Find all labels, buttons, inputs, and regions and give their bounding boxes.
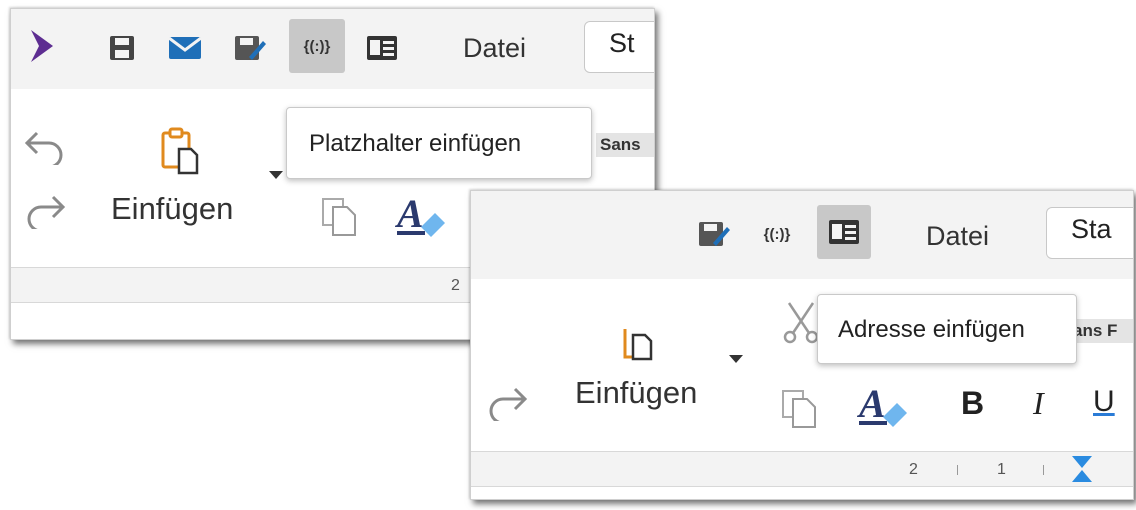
- paste-label[interactable]: Einfügen: [111, 191, 233, 227]
- address-card-icon[interactable]: [361, 29, 403, 67]
- style-select[interactable]: Sta: [1046, 207, 1133, 259]
- clear-formatting-icon[interactable]: A: [394, 191, 447, 239]
- font-name-box[interactable]: ans F: [1069, 319, 1133, 343]
- copy-icon[interactable]: [781, 387, 819, 429]
- svg-text:A: A: [857, 383, 886, 426]
- ruler-tick: [957, 465, 958, 475]
- app-logo-icon[interactable]: [27, 29, 57, 63]
- ruler-tick: [1043, 465, 1044, 475]
- underline-button[interactable]: U: [1093, 385, 1115, 419]
- save-edit-icon[interactable]: [229, 29, 271, 67]
- tooltip-text: Platzhalter einfügen: [309, 130, 522, 157]
- paste-dropdown-icon[interactable]: [269, 171, 283, 179]
- placeholder-icon: {(:)}: [763, 225, 791, 243]
- address-card-icon[interactable]: [817, 205, 871, 259]
- tooltip: Platzhalter einfügen: [286, 107, 592, 179]
- style-select-value: St: [609, 28, 635, 58]
- ruler-label: 2: [909, 461, 918, 478]
- mail-icon[interactable]: [163, 29, 207, 67]
- font-name-box[interactable]: Sans: [596, 133, 654, 157]
- style-select-value: Sta: [1071, 214, 1112, 244]
- style-select[interactable]: St: [584, 21, 654, 73]
- clear-formatting-icon[interactable]: A: [856, 381, 909, 429]
- paste-dropdown-icon[interactable]: [729, 355, 743, 363]
- ruler-label: 2: [451, 277, 460, 294]
- ruler[interactable]: [471, 451, 1133, 487]
- menu-file[interactable]: Datei: [463, 33, 526, 64]
- placeholder-button[interactable]: {(:)}: [755, 215, 799, 253]
- undo-icon[interactable]: [23, 125, 67, 169]
- placeholder-icon: {(:)}: [303, 37, 331, 55]
- paste-icon[interactable]: [159, 127, 203, 175]
- paste-label[interactable]: Einfügen: [575, 375, 697, 411]
- placeholder-button[interactable]: {(:)}: [289, 19, 345, 73]
- save-edit-icon[interactable]: [693, 215, 735, 253]
- copy-icon[interactable]: [321, 195, 359, 237]
- tooltip: Adresse einfügen: [817, 294, 1077, 364]
- indent-marker-icon[interactable]: [1071, 455, 1093, 483]
- quick-access-toolbar: [471, 191, 1133, 279]
- paste-icon[interactable]: [623, 327, 657, 361]
- cut-icon[interactable]: [781, 299, 821, 345]
- italic-button[interactable]: I: [1033, 385, 1044, 422]
- save-icon[interactable]: [103, 29, 141, 67]
- bold-button[interactable]: B: [961, 385, 984, 422]
- menu-file[interactable]: Datei: [926, 221, 989, 252]
- tooltip-text: Adresse einfügen: [838, 316, 1025, 343]
- ruler-label: 1: [997, 461, 1006, 478]
- screenshot-panel-bottom: {(:)} Datei Sta Einfügen A B I U ans F 2…: [470, 190, 1134, 500]
- redo-icon[interactable]: [485, 381, 529, 425]
- svg-text:A: A: [395, 193, 424, 236]
- redo-icon[interactable]: [23, 189, 67, 233]
